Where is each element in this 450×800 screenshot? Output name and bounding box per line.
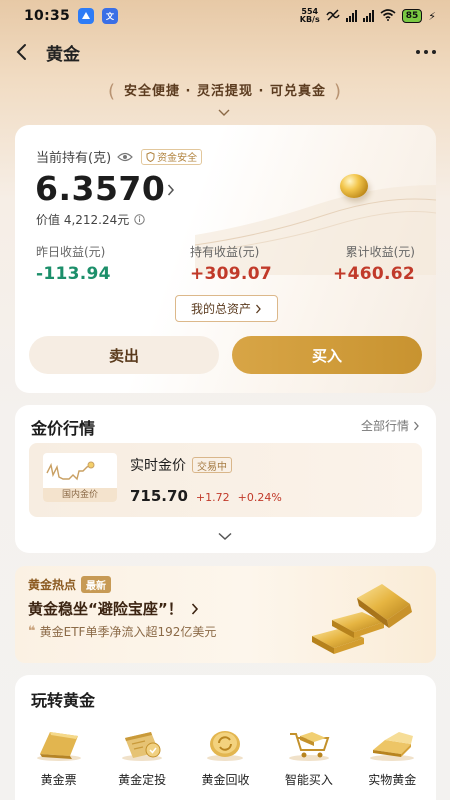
hot-sub-text: 黄金ETF单季净流入超192亿美元 (39, 625, 217, 639)
play-item-physical-gold[interactable]: 实物黄金 (352, 725, 432, 788)
svg-text:文: 文 (106, 11, 115, 21)
gold-bar-icon (362, 725, 422, 763)
play-item-label: 实物黄金 (368, 773, 417, 787)
safe-badge-text: 资金安全 (157, 153, 198, 164)
chevron-right-icon (191, 602, 198, 615)
chevron-right-icon (256, 304, 261, 313)
total-profit-label: 累计收益(元) (345, 245, 415, 259)
signal-icon-2 (362, 10, 374, 22)
realtime-price-row[interactable]: 国内金价 实时金价 交易中 715.70 +1.72 +0.24% (29, 443, 422, 517)
expand-chevron-down-icon[interactable] (217, 526, 233, 545)
eye-icon[interactable] (117, 152, 134, 162)
holding-profit: 持有收益(元) +309.07 (190, 243, 272, 284)
slogan-left-bracket-icon: ( (107, 81, 116, 102)
yesterday-profit: 昨日收益(元) -113.94 (36, 243, 111, 284)
charging-icon: ⚡ (428, 9, 436, 23)
gold-cart-icon (279, 725, 339, 763)
holding-profit-value: +309.07 (190, 264, 272, 284)
realtime-title-row: 实时金价 交易中 (130, 455, 232, 475)
wifi-icon (380, 8, 396, 24)
sell-button[interactable]: 卖出 (29, 336, 219, 374)
chevron-right-icon (414, 421, 419, 430)
slogan-text: 安全便捷 · 灵活提现 · 可兑真金 (124, 84, 326, 99)
mini-chart-line-icon (46, 461, 95, 481)
price-change-value: +1.72 (195, 491, 230, 504)
buy-button[interactable]: 买入 (232, 336, 422, 374)
all-quotes-link[interactable]: 全部行情 (361, 417, 420, 434)
trading-status-badge: 交易中 (192, 457, 232, 473)
play-item-gold-ticket[interactable]: 黄金票 (19, 725, 99, 788)
back-icon[interactable] (14, 42, 34, 62)
play-item-label: 黄金回收 (201, 773, 250, 787)
holding-value-row: 价值 4,212.24元 (36, 211, 145, 228)
status-time: 10:35 (24, 8, 71, 24)
play-gold-card: 玩转黄金 黄金票 黄金定投 黄金回收 智能买入 实物黄金 (15, 675, 436, 800)
gold-hot-banner[interactable]: 黄金热点 最新 黄金稳坐“避险宝座”！ ❝ 黄金ETF单季净流入超192亿美元 (15, 566, 436, 663)
fund-safety-badge: 资金安全 (141, 148, 203, 165)
gold-ticket-icon (29, 725, 89, 763)
gold-ball-icon (340, 174, 368, 198)
mute-icon (326, 8, 340, 24)
holding-amount[interactable]: 6.3570 (35, 169, 165, 208)
total-assets-button[interactable]: 我的总资产 (175, 295, 278, 322)
total-profit-value: +460.62 (333, 264, 415, 284)
play-item-label: 智能买入 (284, 773, 333, 787)
mini-price-chart: 国内金价 (43, 453, 117, 502)
app-header: 黄金 (0, 32, 450, 72)
gold-price-card: 金价行情 全部行情 国内金价 实时金价 交易中 715.70 +1.72 +0.… (15, 405, 436, 553)
more-options-icon[interactable] (416, 50, 436, 54)
gold-price-value: 715.70 (130, 487, 188, 505)
gold-calendar-icon (112, 725, 172, 763)
hot-title: 黄金热点 (28, 578, 77, 592)
hot-subtitle: ❝ 黄金ETF单季净流入超192亿美元 (28, 623, 216, 640)
all-quotes-label: 全部行情 (360, 419, 409, 433)
net-speed: 554 KB/s (300, 8, 320, 24)
play-item-label: 黄金定投 (118, 773, 167, 787)
battery-icon: 85 (401, 9, 423, 23)
price-section-title: 金价行情 (31, 419, 96, 438)
status-right-area: 554 KB/s 85 ⚡ (300, 8, 436, 24)
price-change-percent: +0.24% (237, 491, 282, 504)
yesterday-profit-value: -113.94 (36, 264, 111, 284)
holding-profit-label: 持有收益(元) (190, 245, 260, 259)
gold-recycle-icon (195, 725, 255, 763)
amount-chevron-right-icon[interactable] (167, 181, 175, 200)
slogan-chevron-down-icon (217, 102, 231, 121)
play-item-gold-recycle[interactable]: 黄金回收 (185, 725, 265, 788)
status-bar: 10:35 文 554 KB/s 85 ⚡ (0, 0, 450, 32)
gold-bars-icon (312, 584, 412, 654)
total-profit: 累计收益(元) +460.62 (333, 243, 415, 284)
play-items-row: 黄金票 黄金定投 黄金回收 智能买入 实物黄金 (15, 725, 436, 788)
hot-title-row: 黄金热点 最新 (28, 576, 112, 593)
shield-icon (146, 151, 155, 162)
signal-icon-1 (345, 10, 357, 22)
play-section-title: 玩转黄金 (31, 691, 96, 710)
holding-value: 价值 4,212.24元 (36, 213, 130, 227)
play-item-gold-fixed-invest[interactable]: 黄金定投 (102, 725, 182, 788)
holding-card: 当前持有(克) 资金安全 6.3570 价值 4,212.24元 昨日收益(元)… (15, 125, 436, 393)
slogan-banner: ( 安全便捷 · 灵活提现 · 可兑真金) (0, 80, 450, 102)
page-title: 黄金 (46, 44, 80, 65)
play-item-smart-buy[interactable]: 智能买入 (269, 725, 349, 788)
yesterday-profit-label: 昨日收益(元) (36, 245, 106, 259)
hot-headline-text: 黄金稳坐“避险宝座”！ (28, 600, 183, 618)
new-badge: 最新 (81, 576, 112, 593)
holding-label-row: 当前持有(克) 资金安全 (36, 147, 203, 166)
quote-icon: ❝ (28, 624, 36, 639)
info-icon[interactable] (134, 214, 145, 225)
holding-label: 当前持有(克) (36, 151, 112, 166)
mini-chart-label: 国内金价 (43, 488, 117, 502)
realtime-label: 实时金价 (130, 458, 186, 474)
maps-app-icon (78, 8, 95, 24)
play-item-label: 黄金票 (40, 773, 77, 787)
slogan-right-bracket-icon: ) (333, 81, 343, 102)
price-line: 715.70 +1.72 +0.24% (130, 487, 282, 505)
hot-headline: 黄金稳坐“避险宝座”！ (28, 598, 199, 619)
net-speed-unit: KB/s (299, 15, 320, 24)
total-assets-label: 我的总资产 (190, 302, 251, 316)
translate-app-icon: 文 (102, 8, 119, 24)
